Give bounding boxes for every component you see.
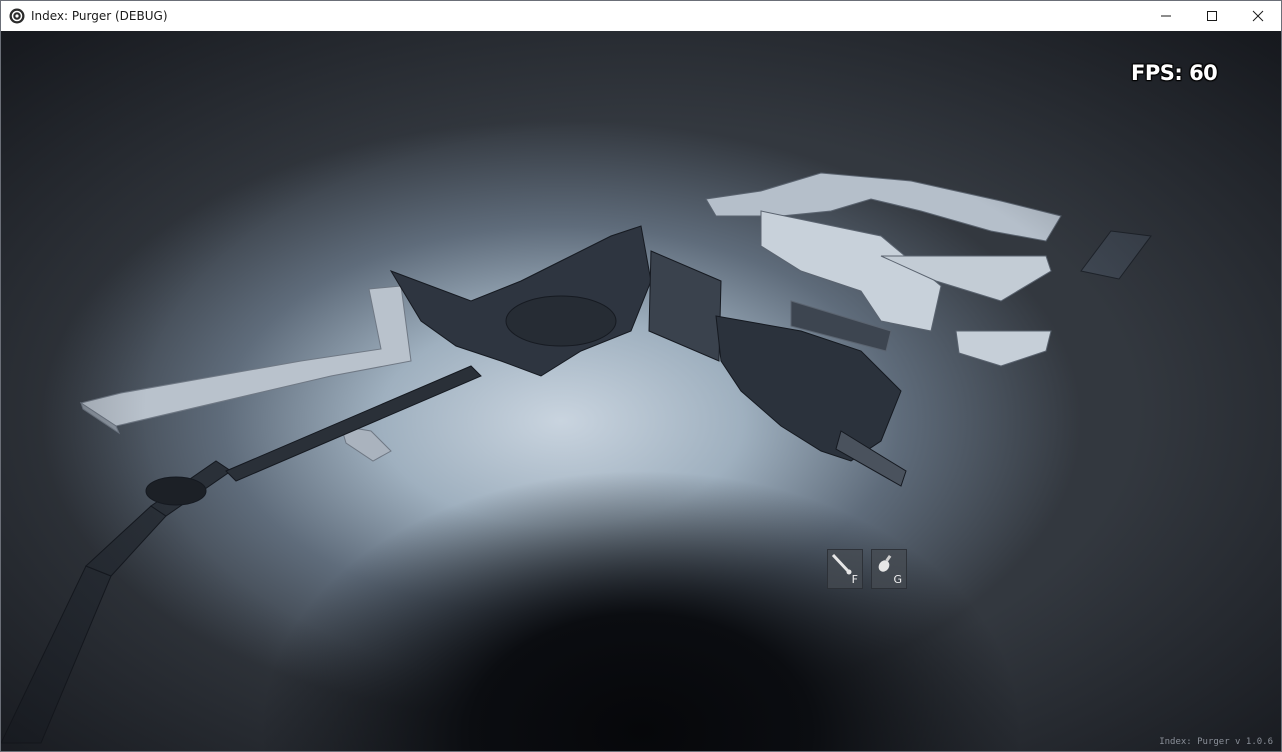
tool-slot-key: F (851, 573, 858, 586)
version-label: Index: Purger v 1.0.6 (1159, 737, 1273, 747)
fps-counter: FPS: 60 (1131, 61, 1218, 85)
game-window: Index: Purger (DEBUG) FPS: 60 F G Index:… (0, 0, 1282, 752)
flashlight-icon (831, 553, 852, 575)
maximize-button[interactable] (1189, 1, 1235, 31)
window-title: Index: Purger (DEBUG) (31, 9, 168, 23)
title-bar[interactable]: Index: Purger (DEBUG) (1, 1, 1281, 31)
minimize-icon (1161, 15, 1171, 17)
minimize-button[interactable] (1143, 1, 1189, 31)
tool-slot-grenade[interactable]: G (871, 549, 907, 589)
close-button[interactable] (1235, 1, 1281, 31)
tool-slot-key: G (893, 573, 902, 586)
unity-icon (9, 8, 25, 24)
game-viewport[interactable]: FPS: 60 F G Index: Purger v 1.0.6 (1, 31, 1281, 751)
tool-slot-flashlight[interactable]: F (827, 549, 863, 589)
lighting-vignette (1, 31, 1281, 751)
window-controls (1143, 1, 1281, 31)
close-icon (1252, 10, 1264, 22)
maximize-icon (1207, 11, 1217, 21)
